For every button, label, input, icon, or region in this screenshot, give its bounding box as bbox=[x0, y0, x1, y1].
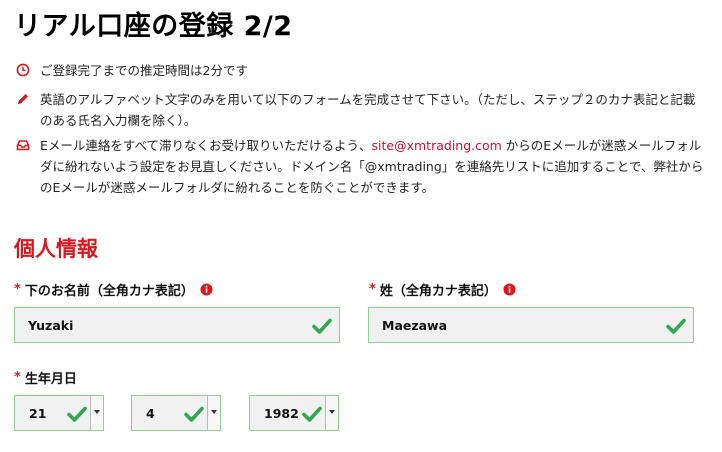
birth-month-value: 4 bbox=[146, 406, 155, 421]
pencil-icon bbox=[18, 94, 28, 104]
note-text: Eメール連絡をすべて滞りなくお受け取りいただけるよう、 bbox=[40, 138, 372, 153]
birth-day-select[interactable]: 21 bbox=[14, 395, 104, 431]
birth-month-select[interactable]: 4 bbox=[131, 395, 221, 431]
page-title: リアル口座の登録 2/2 bbox=[14, 11, 293, 42]
dropdown-toggle[interactable] bbox=[207, 396, 220, 430]
checkmark-icon bbox=[312, 318, 332, 334]
checkmark-icon bbox=[666, 318, 686, 334]
chevron-down-icon bbox=[211, 410, 217, 414]
chevron-down-icon bbox=[94, 410, 100, 414]
birth-date-label: * 生年月日 bbox=[14, 368, 77, 387]
required-mark: * bbox=[369, 282, 376, 297]
birth-year-value: 1982 bbox=[264, 406, 299, 421]
support-email-link[interactable]: site@xmtrading.com bbox=[372, 138, 502, 153]
inbox-icon bbox=[16, 140, 30, 151]
last-name-input[interactable]: Maezawa bbox=[368, 307, 694, 343]
dropdown-toggle[interactable] bbox=[90, 396, 103, 430]
chevron-down-icon bbox=[329, 410, 335, 414]
note-text: 英語のアルファベット文字のみを用いて以下のフォームを完成させて下さい。（ただし、… bbox=[40, 92, 696, 128]
first-name-value: Yuzaki bbox=[28, 317, 74, 333]
required-mark: * bbox=[14, 282, 21, 297]
checkmark-icon bbox=[67, 406, 87, 422]
clock-icon bbox=[16, 63, 30, 77]
last-name-label: * 姓（全角カナ表記） bbox=[369, 280, 516, 299]
dropdown-toggle[interactable] bbox=[325, 396, 338, 430]
birth-year-select[interactable]: 1982 bbox=[249, 395, 339, 431]
checkmark-icon bbox=[184, 406, 204, 422]
note-text: ご登録完了までの推定時間は2分です bbox=[40, 63, 248, 78]
section-title-personal-info: 個人情報 bbox=[14, 237, 98, 261]
note-english-only: 英語のアルファベット文字のみを用いて以下のフォームを完成させて下さい。（ただし、… bbox=[16, 89, 706, 131]
birth-day-value: 21 bbox=[29, 406, 47, 421]
checkmark-icon bbox=[302, 406, 322, 422]
note-estimated-time: ご登録完了までの推定時間は2分です bbox=[16, 60, 706, 81]
last-name-value: Maezawa bbox=[382, 317, 448, 333]
first-name-label-text: 下のお名前（全角カナ表記） bbox=[24, 284, 194, 299]
last-name-label-text: 姓（全角カナ表記） bbox=[379, 284, 497, 299]
required-mark: * bbox=[14, 370, 21, 385]
note-email: Eメール連絡をすべて滞りなくお受け取りいただけるよう、site@xmtradin… bbox=[16, 135, 706, 198]
info-icon[interactable] bbox=[503, 283, 516, 296]
first-name-input[interactable]: Yuzaki bbox=[14, 307, 340, 343]
birth-date-label-text: 生年月日 bbox=[24, 372, 77, 387]
info-icon[interactable] bbox=[200, 283, 213, 296]
first-name-label: * 下のお名前（全角カナ表記） bbox=[14, 280, 213, 299]
